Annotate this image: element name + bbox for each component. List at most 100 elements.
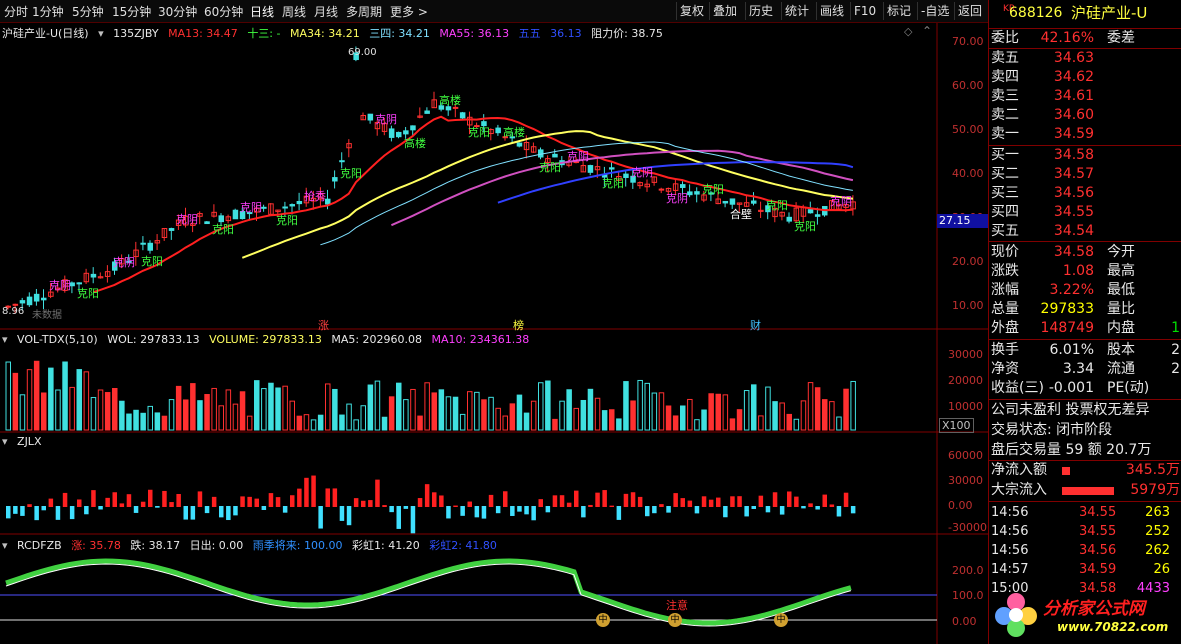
- volume-bar: [232, 403, 239, 431]
- zjlx-bar: [233, 506, 238, 516]
- zjlx-bar: [275, 497, 281, 507]
- f10-button[interactable]: F10: [850, 2, 879, 20]
- zjlx-bar: [772, 492, 778, 507]
- bid-row: 买三 34.56: [989, 184, 1181, 203]
- volume-bar: [736, 409, 743, 431]
- history-button[interactable]: 历史: [745, 2, 776, 20]
- zjlx-indicator-name[interactable]: ZJLX: [17, 435, 41, 448]
- zjlx-bar: [84, 506, 89, 515]
- tick-volume: 263: [1145, 505, 1170, 520]
- zjlx-bar: [694, 506, 700, 514]
- volume-bar: [843, 388, 849, 431]
- tab-weekly[interactable]: 周线: [282, 3, 306, 20]
- volume-bar: [374, 380, 381, 431]
- ask-row: 卖二 34.60: [989, 106, 1181, 125]
- volume-bar: [303, 414, 310, 431]
- ask-label: 卖四: [991, 69, 1019, 85]
- watchlist-button[interactable]: -自选: [917, 2, 952, 20]
- volume-bar: [417, 415, 423, 431]
- signal-label: 克阳: [340, 167, 362, 180]
- zjlx-bar: [687, 500, 693, 507]
- stats-button[interactable]: 统计: [781, 2, 812, 20]
- volume-bar: [836, 416, 842, 431]
- tab-monthly[interactable]: 月线: [314, 3, 338, 20]
- volume-bar: [580, 399, 587, 431]
- signal-label: 高楼: [404, 137, 426, 150]
- rcd-dropdown-icon[interactable]: ▾: [2, 539, 8, 552]
- zjlx-bar: [538, 499, 543, 507]
- zjlx-bar: [488, 494, 494, 507]
- zjlx-bar: [318, 506, 323, 529]
- zjlx-bar: [794, 496, 799, 507]
- rcd-indicator-name[interactable]: RCDFZB: [17, 539, 62, 552]
- zjlx-bar: [836, 506, 842, 517]
- tick-row: 14:56 34.56 262: [989, 541, 1181, 560]
- zjlx-bar: [55, 506, 61, 520]
- back-button[interactable]: 返回: [954, 2, 985, 20]
- overlay-button[interactable]: 叠加: [709, 2, 740, 20]
- chart-area[interactable]: 沪硅产业-U(日线) ▾ 135ZJBY MA13: 34.47 十三: - M…: [0, 23, 989, 644]
- note-profit: 公司未盈利 投票权无差异: [991, 402, 1150, 418]
- zjlx-bar: [481, 506, 487, 519]
- bid-price: 34.58: [1053, 147, 1094, 163]
- volume-bar: [587, 388, 594, 431]
- tab-more[interactable]: 更多 >: [390, 3, 428, 20]
- tick-row: 14:57 34.59 26: [989, 560, 1181, 579]
- volume-bar: [225, 389, 232, 431]
- zjlx-bars: [6, 475, 856, 534]
- weibi-row: 委比 42.16% 委差: [989, 29, 1181, 48]
- tab-1min[interactable]: 1分钟: [32, 3, 64, 20]
- tab-5min[interactable]: 5分钟: [72, 3, 104, 20]
- volume-bar: [822, 399, 828, 431]
- tab-15min[interactable]: 15分钟: [112, 3, 151, 20]
- volume-bar: [644, 382, 650, 431]
- volume-bar: [552, 418, 558, 431]
- zjlx-bar: [581, 506, 586, 518]
- zjlx-bar: [389, 506, 394, 513]
- zjlx-bar: [417, 498, 423, 507]
- tab-30min[interactable]: 30分钟: [158, 3, 197, 20]
- tab-daily[interactable]: 日线: [250, 3, 274, 20]
- signal-label: 克阳: [602, 177, 624, 190]
- zjlx-bar: [346, 506, 352, 526]
- tab-fenshi[interactable]: 分时: [4, 3, 28, 20]
- signal-label: 克阴: [113, 256, 135, 269]
- bid-label: 买五: [991, 223, 1019, 239]
- zjlx-dropdown-icon[interactable]: ▾: [2, 435, 8, 448]
- vol-indicator-name[interactable]: VOL-TDX(5,10): [17, 333, 98, 346]
- quote-row: 总量 297833 量比: [989, 300, 1181, 319]
- draw-line-button[interactable]: 画线: [816, 2, 847, 20]
- zjlx-bar: [566, 502, 572, 507]
- ask-row: 卖一 34.59: [989, 125, 1181, 144]
- weicha-label: 委差: [1107, 30, 1135, 46]
- fuquan-button[interactable]: 复权: [676, 2, 707, 20]
- zjlx-bar: [13, 506, 18, 514]
- zjlx-bar: [6, 506, 11, 519]
- zjlx-bar: [659, 504, 664, 507]
- tab-multi-period[interactable]: 多周期: [346, 3, 382, 20]
- zjlx-bar: [375, 479, 380, 507]
- volume-bar: [509, 403, 516, 431]
- mark-button[interactable]: 标记: [883, 2, 914, 20]
- vol-dropdown-icon[interactable]: ▾: [2, 333, 8, 346]
- tab-60min[interactable]: 60分钟: [204, 3, 243, 20]
- bid-price: 34.56: [1053, 185, 1094, 201]
- volume-bar: [502, 415, 508, 431]
- volume-bar: [722, 394, 729, 431]
- stat-label: 净资: [991, 361, 1019, 377]
- ask-row: 卖四 34.62: [989, 68, 1181, 87]
- volume-bar: [701, 409, 707, 431]
- volume-bar: [339, 414, 345, 431]
- quote-label-2: 量比: [1107, 301, 1135, 317]
- volume-bar: [197, 400, 203, 431]
- zjlx-bar: [730, 496, 735, 507]
- zjlx-bar: [204, 506, 210, 514]
- volume-bar: [353, 419, 359, 431]
- signal-label: 克阴: [631, 166, 653, 179]
- volume-bar: [69, 386, 75, 431]
- zjlx-bar: [219, 506, 224, 518]
- zjlx-bar: [162, 490, 167, 507]
- zjlx-bar: [396, 506, 401, 529]
- stock-header: KR 688126 沪硅产业-U: [989, 4, 1181, 26]
- current-price-tag: 27.15: [937, 214, 989, 228]
